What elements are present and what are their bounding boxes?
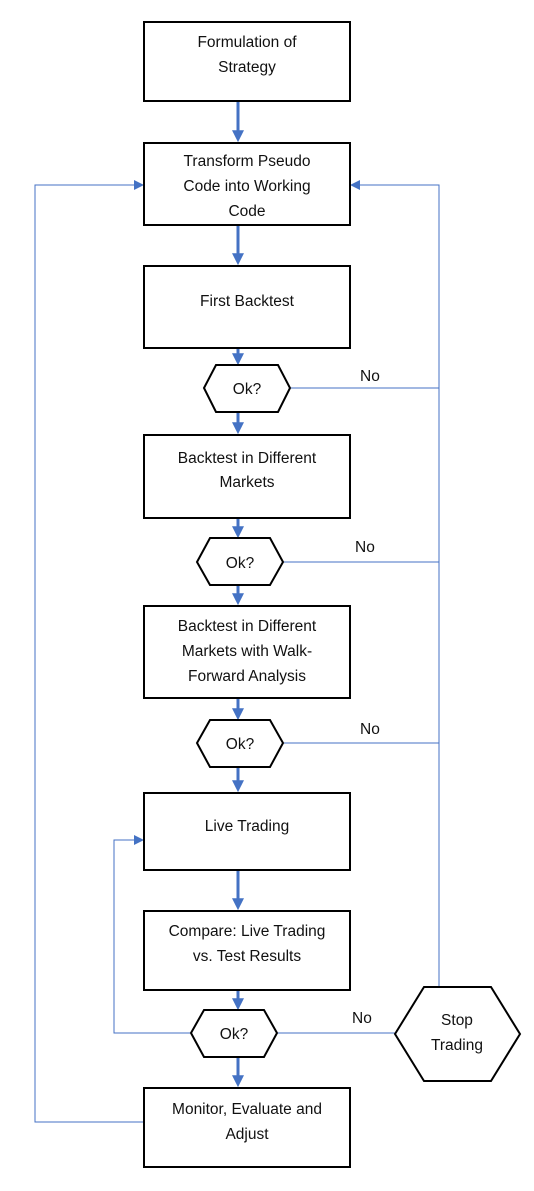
edge-label-no-4: No: [352, 1010, 372, 1027]
svg-text:Ok?: Ok?: [233, 381, 262, 398]
edge-label-no-3: No: [360, 721, 380, 738]
node-transform: Transform Pseudo Code into Working Code: [143, 142, 351, 226]
decision-4: Ok?: [189, 1009, 279, 1058]
svg-text:Ok?: Ok?: [226, 736, 255, 753]
flowchart: Formulation of Strategy Transform Pseudo C…: [34, 21, 522, 1168]
edge-label-no-1: No: [360, 368, 380, 385]
edge-label-no-2: No: [355, 539, 375, 556]
decision-3: Ok?: [195, 719, 285, 768]
svg-text:Live Trading: Live Trading: [205, 818, 289, 835]
decision-2: Ok?: [195, 537, 285, 586]
node-first-backtest: First Backtest: [143, 265, 351, 349]
node-live-trading: Live Trading: [143, 792, 351, 871]
svg-text:First Backtest: First Backtest: [200, 293, 295, 310]
node-compare: Compare: Live Trading vs. Test Results: [143, 910, 351, 991]
decision-1: Ok?: [202, 364, 292, 413]
node-stop-trading: Stop Trading: [393, 986, 522, 1082]
node-walk-forward: Backtest in Different Markets with Walk-F…: [143, 605, 351, 699]
stop-to-transform-line: [350, 180, 440, 987]
svg-text:Backtest in DifferentMarkets w: Backtest in Different Markets with Walk-F…: [178, 618, 317, 685]
node-formulation: Formulation of Strategy: [143, 21, 351, 102]
monitor-to-transform-line: [34, 180, 144, 1123]
node-monitor: Monitor, Evaluate and Adjust: [143, 1087, 351, 1168]
node-backtest-markets: Backtest in Different Markets: [143, 434, 351, 519]
svg-text:Ok?: Ok?: [220, 1026, 249, 1043]
svg-text:Ok?: Ok?: [226, 555, 255, 572]
